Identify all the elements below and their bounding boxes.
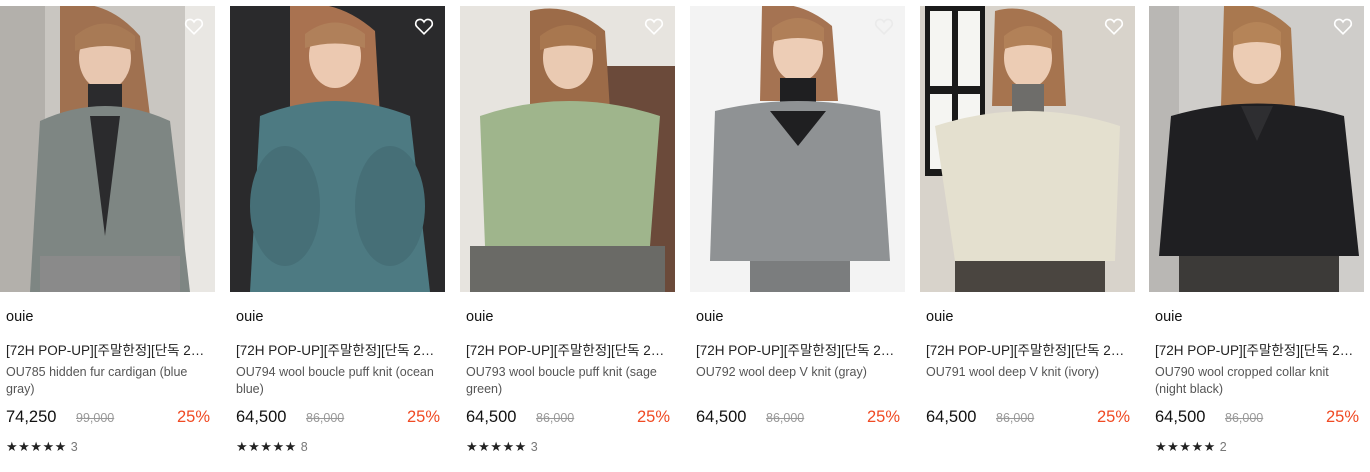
- sale-price: 74,250: [6, 408, 57, 426]
- product-name[interactable]: OU785 hidden fur cardigan (blue gray): [6, 364, 211, 398]
- sale-price: 64,500: [1155, 408, 1206, 426]
- product-brand: ouie: [466, 309, 494, 325]
- product-card[interactable]: ouie [72H POP-UP][주말한정][단독 2… OU794 wool…: [230, 6, 445, 466]
- sale-price: 64,500: [926, 408, 977, 426]
- product-card[interactable]: ouie [72H POP-UP][주말한정][단독 2… OU790 wool…: [1149, 6, 1364, 466]
- product-image[interactable]: [230, 6, 445, 292]
- original-price: 86,000: [766, 411, 805, 425]
- discount-rate: 25%: [1325, 408, 1359, 426]
- sale-price: 64,500: [236, 408, 287, 426]
- product-card[interactable]: ouie [72H POP-UP][주말한정][단독 2… OU793 wool…: [460, 6, 675, 466]
- product-title[interactable]: [72H POP-UP][주말한정][단독 2…: [466, 339, 670, 359]
- discount-rate: 25%: [176, 408, 210, 426]
- discount-rate: 25%: [866, 408, 900, 426]
- discount-rate: 25%: [406, 408, 440, 426]
- product-name[interactable]: OU793 wool boucle puff knit (sage green): [466, 364, 671, 398]
- product-brand: ouie: [236, 309, 264, 325]
- product-brand: ouie: [696, 309, 724, 325]
- product-grid: ouie [72H POP-UP][주말한정][단독 2… OU785 hidd…: [0, 0, 1370, 472]
- product-image[interactable]: [0, 6, 215, 292]
- product-name[interactable]: OU794 wool boucle puff knit (ocean blue): [236, 364, 441, 398]
- product-title[interactable]: [72H POP-UP][주말한정][단독 2…: [6, 339, 210, 359]
- star-icon: ★★★★★: [1155, 438, 1216, 454]
- star-icon: ★★★★★: [236, 438, 297, 454]
- product-image[interactable]: [460, 6, 675, 292]
- rating: ★★★★★ 8: [236, 438, 308, 454]
- discount-rate: 25%: [636, 408, 670, 426]
- product-image[interactable]: [1149, 6, 1364, 292]
- original-price: 86,000: [536, 411, 575, 425]
- original-price: 86,000: [1225, 411, 1264, 425]
- sale-price: 64,500: [466, 408, 517, 426]
- original-price: 86,000: [996, 411, 1035, 425]
- product-name[interactable]: OU791 wool deep V knit (ivory): [926, 364, 1131, 381]
- review-count: 2: [1219, 439, 1227, 454]
- rating: ★★★★★ 3: [466, 438, 538, 454]
- heart-outline-icon[interactable]: [1332, 15, 1354, 37]
- heart-outline-icon[interactable]: [413, 15, 435, 37]
- product-brand: ouie: [6, 309, 34, 325]
- rating: ★★★★★ 3: [6, 438, 78, 454]
- heart-outline-icon[interactable]: [873, 15, 895, 37]
- product-name[interactable]: OU790 wool cropped collar knit (night bl…: [1155, 364, 1360, 398]
- product-card[interactable]: ouie [72H POP-UP][주말한정][단독 2… OU791 wool…: [920, 6, 1135, 466]
- product-title[interactable]: [72H POP-UP][주말한정][단독 2…: [926, 339, 1130, 359]
- review-count: 8: [300, 439, 308, 454]
- product-brand: ouie: [1155, 309, 1183, 325]
- heart-outline-icon[interactable]: [643, 15, 665, 37]
- discount-rate: 25%: [1096, 408, 1130, 426]
- heart-outline-icon[interactable]: [1103, 15, 1125, 37]
- product-image[interactable]: [690, 6, 905, 292]
- product-title[interactable]: [72H POP-UP][주말한정][단독 2…: [696, 339, 900, 359]
- star-icon: ★★★★★: [6, 438, 67, 454]
- product-card[interactable]: ouie [72H POP-UP][주말한정][단독 2… OU785 hidd…: [0, 6, 215, 466]
- product-name[interactable]: OU792 wool deep V knit (gray): [696, 364, 901, 381]
- product-title[interactable]: [72H POP-UP][주말한정][단독 2…: [236, 339, 440, 359]
- rating: ★★★★★ 2: [1155, 438, 1227, 454]
- star-icon: ★★★★★: [466, 438, 527, 454]
- product-title[interactable]: [72H POP-UP][주말한정][단독 2…: [1155, 339, 1359, 359]
- original-price: 86,000: [306, 411, 345, 425]
- sale-price: 64,500: [696, 408, 747, 426]
- review-count: 3: [70, 439, 78, 454]
- original-price: 99,000: [76, 411, 115, 425]
- product-image[interactable]: [920, 6, 1135, 292]
- heart-outline-icon[interactable]: [183, 15, 205, 37]
- product-card[interactable]: ouie [72H POP-UP][주말한정][단독 2… OU792 wool…: [690, 6, 905, 466]
- review-count: 3: [530, 439, 538, 454]
- product-brand: ouie: [926, 309, 954, 325]
